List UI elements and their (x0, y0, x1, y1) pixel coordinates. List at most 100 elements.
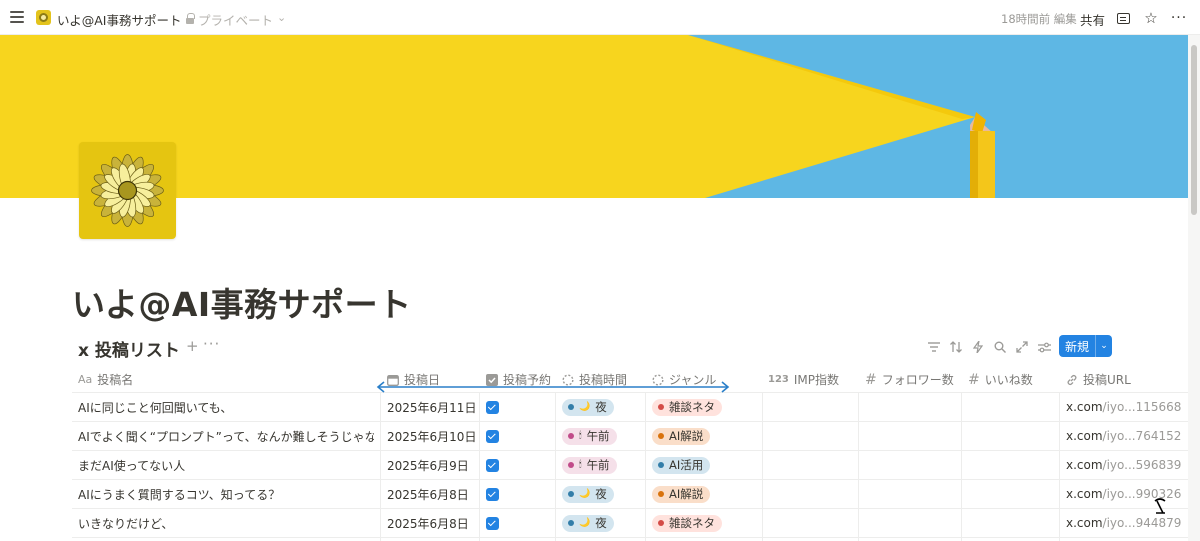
row-followers-cell[interactable] (865, 393, 959, 421)
row-time-cell[interactable]: 🕯 午前 (562, 451, 642, 479)
row-genre-cell[interactable]: AI解説 (652, 422, 758, 450)
row-genre-cell[interactable]: AI活用 (652, 451, 758, 479)
star-icon[interactable]: ☆ (1142, 9, 1160, 27)
more-icon[interactable]: ··· (1170, 9, 1188, 27)
url-host[interactable]: x.com (1066, 487, 1103, 501)
row-time-cell[interactable]: 🌙 夜 (562, 509, 642, 537)
column-header-imp[interactable]: 123 IMP指数 (768, 366, 839, 393)
flower-center (117, 180, 138, 201)
row-time-cell[interactable]: 🌙 夜 (562, 480, 642, 508)
row-url-cell[interactable]: x.com/iyo...990326 (1066, 480, 1186, 508)
table-row[interactable]: いきなりだけど、 2025年6月8日 🌙 夜雑談ネタ x.com/iyo...94487… (72, 509, 1188, 538)
row-genre-cell[interactable]: 雑談ネタ (652, 393, 758, 421)
new-record-button[interactable]: 新規 ⌄ (1059, 335, 1112, 357)
reserved-checkbox[interactable] (486, 458, 499, 472)
row-imp-cell[interactable] (768, 422, 856, 450)
chevron-down-icon[interactable]: ⌄ (1096, 341, 1112, 351)
row-url-cell[interactable]: x.com/iyo...596839 (1066, 451, 1186, 479)
share-button[interactable]: 共有 (1080, 10, 1105, 29)
last-edited-text[interactable]: 18時間前 編集 (1001, 11, 1077, 27)
row-followers-cell[interactable] (865, 451, 959, 479)
table-row[interactable]: AIにうまく質問するコツ、知ってる？ 2025年6月8日 🌙 夜 AI解説 x.com/i… (72, 480, 1188, 509)
lock-icon (186, 13, 195, 25)
row-imp-cell[interactable] (768, 509, 856, 537)
row-name[interactable]: まだAI使ってない人 (78, 451, 374, 479)
expand-icon[interactable] (1014, 339, 1030, 355)
cover-image[interactable] (0, 35, 1188, 198)
tag-dot-icon (658, 462, 664, 468)
row-url-cell[interactable]: x.com/iyo...115668 (1066, 393, 1186, 421)
row-date[interactable]: 2025年6月11日 (387, 393, 477, 421)
column-label: 投稿URL (1083, 373, 1131, 387)
url-host[interactable]: x.com (1066, 458, 1103, 472)
row-time-cell[interactable]: 🌙 夜 (562, 393, 642, 421)
table-row[interactable]: AIに同じこと何回聞いても、 2025年6月11日 🌙 夜雑談ネタ x.com/iyo.… (72, 393, 1188, 422)
row-likes-cell[interactable] (968, 451, 1057, 479)
row-likes-cell[interactable] (968, 422, 1057, 450)
row-followers-cell[interactable] (865, 480, 959, 508)
row-date[interactable]: 2025年6月8日 (387, 509, 477, 537)
row-reserved-cell[interactable] (486, 393, 546, 421)
reserved-checkbox[interactable] (486, 487, 499, 501)
row-name[interactable]: いきなりだけど、 (78, 509, 374, 537)
row-reserved-cell[interactable] (486, 509, 546, 537)
sort-icon[interactable] (948, 339, 964, 355)
row-imp-cell[interactable] (768, 393, 856, 421)
row-name[interactable]: AIにうまく質問するコツ、知ってる？ (78, 480, 374, 508)
page-title[interactable]: いよ@AI事務サポート (72, 278, 412, 326)
automation-icon[interactable] (970, 339, 986, 355)
row-likes-cell[interactable] (968, 393, 1057, 421)
row-url-cell[interactable]: x.com/iyo...944879 (1066, 509, 1186, 537)
column-header-likes[interactable]: # いいね数 (968, 366, 1033, 393)
cursor-icon (1152, 497, 1168, 519)
row-imp-cell[interactable] (768, 480, 856, 508)
row-date[interactable]: 2025年6月8日 (387, 480, 477, 508)
table-row[interactable]: まだAI使ってない人 2025年6月9日 🕯 午前 AI活用 x.com/iyo...59… (72, 451, 1188, 480)
add-view-icon[interactable]: + (186, 337, 199, 355)
table-row[interactable]: AIでよく聞く“プロンプト”って、なんか難しそうじゃない 2025年6月10日 🕯 午… (72, 422, 1188, 451)
scrollbar-thumb[interactable] (1191, 45, 1197, 215)
filter-icon[interactable] (926, 339, 942, 355)
database-title[interactable]: x 投稿リスト (78, 336, 180, 361)
database-more-icon[interactable]: ··· (203, 335, 220, 353)
url-host[interactable]: x.com (1066, 400, 1103, 414)
row-reserved-cell[interactable] (486, 451, 546, 479)
new-button-label[interactable]: 新規 (1059, 338, 1095, 355)
row-followers-cell[interactable] (865, 422, 959, 450)
url-host[interactable]: x.com (1066, 516, 1103, 530)
row-genre-cell[interactable]: AI解説 (652, 480, 758, 508)
row-genre-cell[interactable]: 雑談ネタ (652, 509, 758, 537)
menu-icon[interactable] (10, 11, 24, 23)
column-header-name[interactable]: Aa 投稿名 (78, 366, 133, 393)
row-likes-cell[interactable] (968, 480, 1057, 508)
url-rest[interactable]: /iyo...764152 (1103, 429, 1182, 443)
url-rest[interactable]: /iyo...115668 (1103, 400, 1182, 414)
reserved-checkbox[interactable] (486, 400, 499, 414)
row-followers-cell[interactable] (865, 509, 959, 537)
page-icon[interactable] (79, 142, 176, 239)
reserved-checkbox[interactable] (486, 429, 499, 443)
row-name[interactable]: AIでよく聞く“プロンプト”って、なんか難しそうじゃない (78, 422, 374, 450)
url-rest[interactable]: /iyo...596839 (1103, 458, 1182, 472)
page-emoji-icon[interactable] (36, 10, 51, 25)
row-date[interactable]: 2025年6月10日 (387, 422, 477, 450)
row-time-cell[interactable]: 🕯 午前 (562, 422, 642, 450)
settings-icon[interactable] (1036, 339, 1052, 355)
row-date[interactable]: 2025年6月9日 (387, 451, 477, 479)
column-header-url[interactable]: 投稿URL (1066, 366, 1131, 393)
row-url-cell[interactable]: x.com/iyo...764152 (1066, 422, 1186, 450)
comment-icon[interactable] (1114, 9, 1132, 27)
url-rest[interactable]: /iyo...990326 (1103, 487, 1182, 501)
url-rest[interactable]: /iyo...944879 (1103, 516, 1182, 530)
privacy-selector[interactable]: プライベート ⌄ (186, 10, 286, 29)
column-header-followers[interactable]: # フォロワー数 (865, 366, 954, 393)
breadcrumb-title[interactable]: いよ@AI事務サポート (57, 10, 182, 29)
row-reserved-cell[interactable] (486, 480, 546, 508)
row-reserved-cell[interactable] (486, 422, 546, 450)
row-likes-cell[interactable] (968, 509, 1057, 537)
row-name[interactable]: AIに同じこと何回聞いても、 (78, 393, 374, 421)
reserved-checkbox[interactable] (486, 516, 499, 530)
search-icon[interactable] (992, 339, 1008, 355)
url-host[interactable]: x.com (1066, 429, 1103, 443)
row-imp-cell[interactable] (768, 451, 856, 479)
